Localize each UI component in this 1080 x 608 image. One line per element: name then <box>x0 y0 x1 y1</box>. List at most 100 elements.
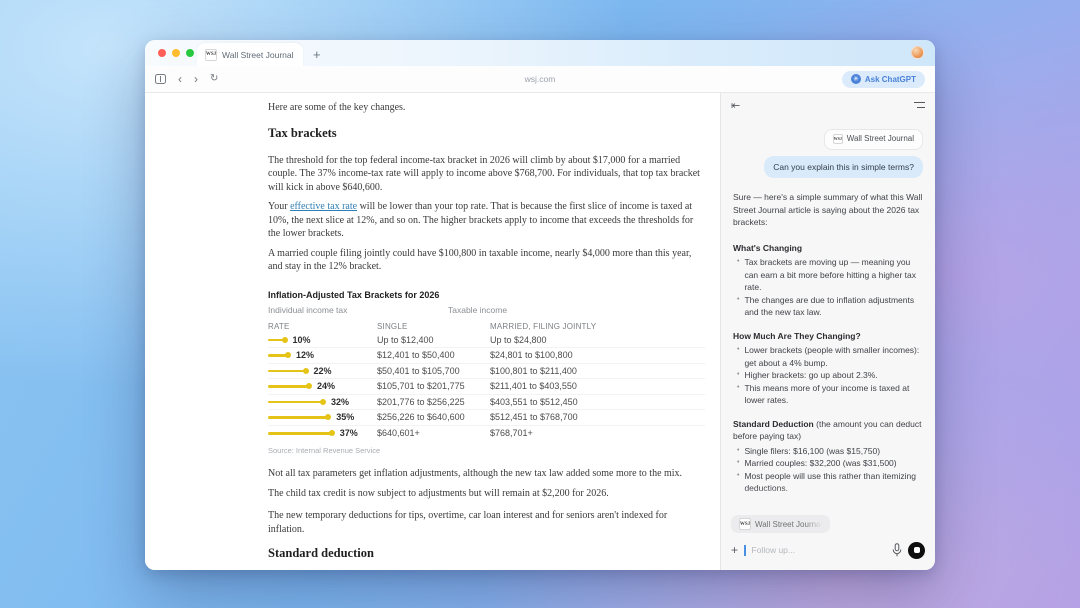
traffic-lights <box>158 49 194 57</box>
single-range: $640,601+ <box>377 428 490 438</box>
chat-section-whats-changing: What's Changing •Tax brackets are moving… <box>733 242 923 319</box>
bullet-item: •Most people will use this rather than i… <box>733 470 923 495</box>
section-heading: How Much Are They Changing? <box>733 331 861 341</box>
article-paragraph: The threshold for the top federal income… <box>268 154 705 195</box>
table-row: 35% $256,226 to $640,600 $512,451 to $76… <box>268 410 705 426</box>
article-paragraph: Not all tax parameters get inflation adj… <box>268 467 705 481</box>
table-row: 12% $12,401 to $50,400 $24,801 to $100,8… <box>268 348 705 364</box>
context-chip-bottom[interactable]: WSJ Wall Street Journal <box>731 515 830 533</box>
married-range: $211,401 to $403,550 <box>490 381 705 391</box>
zoom-window-button[interactable] <box>186 49 194 57</box>
close-window-button[interactable] <box>158 49 166 57</box>
header-married: MARRIED, FILING JOINTLY <box>490 322 705 331</box>
table-row: 32% $201,776 to $256,225 $403,551 to $51… <box>268 395 705 411</box>
chat-section-standard-deduction: Standard Deduction (the amount you can d… <box>733 418 923 495</box>
article-paragraph: The new temporary deductions for tips, o… <box>268 509 705 536</box>
bullet-item: •Single filers: $16,100 (was $15,750) <box>733 445 923 458</box>
chat-messages: WSJ Wall Street Journal Can you explain … <box>721 117 935 513</box>
table-row: 22% $50,401 to $105,700 $100,801 to $211… <box>268 364 705 380</box>
rate-value: 32% <box>331 397 349 407</box>
article-paragraph: Your effective tax rate will be lower th… <box>268 200 705 241</box>
single-range: $105,701 to $201,775 <box>377 381 490 391</box>
effective-tax-rate-link[interactable]: effective tax rate <box>290 201 357 212</box>
rate-bar <box>268 354 289 357</box>
profile-avatar[interactable] <box>911 46 924 59</box>
article-paragraph: A married couple filing jointly could ha… <box>268 247 705 274</box>
bullet-text: This means more of your income is taxed … <box>744 382 923 407</box>
microphone-icon[interactable] <box>892 543 902 557</box>
collapse-sidebar-icon[interactable]: ⇤ <box>731 99 740 112</box>
sidebar-header: ⇤ <box>721 93 935 117</box>
group-taxable-income: Taxable income <box>448 305 507 315</box>
browser-window: WSJ Wall Street Journal + ‹ › ↻ wsj.com … <box>145 40 935 570</box>
content-area: Here are some of the key changes. Tax br… <box>145 93 935 570</box>
page-context-chip[interactable]: WSJ Wall Street Journal <box>824 129 923 150</box>
new-tab-button[interactable]: + <box>313 47 321 62</box>
rate-bar <box>268 432 333 435</box>
follow-up-input[interactable] <box>752 545 886 555</box>
wsj-favicon-icon: WSJ <box>205 49 217 61</box>
married-range: $100,801 to $211,400 <box>490 366 705 376</box>
chat-section-how-much: How Much Are They Changing? •Lower brack… <box>733 330 923 407</box>
married-range: $512,451 to $768,700 <box>490 412 705 422</box>
bullet-item: •Lower brackets (people with smaller inc… <box>733 344 923 369</box>
toggle-sidebar-icon[interactable] <box>155 74 166 84</box>
wsj-favicon-icon: WSJ <box>739 518 751 530</box>
married-range: $768,701+ <box>490 428 705 438</box>
tab-title: Wall Street Journal <box>222 50 294 60</box>
rate-bar <box>268 401 324 404</box>
ask-chatgpt-button[interactable]: ✳ Ask ChatGPT <box>842 71 925 88</box>
rate-bar <box>268 339 286 342</box>
bullet-text: The changes are due to inflation adjustm… <box>744 294 923 319</box>
reload-icon[interactable]: ↻ <box>210 74 218 84</box>
bullet-item: •Tax brackets are moving up — meaning yo… <box>733 256 923 294</box>
tax-bracket-table: Inflation-Adjusted Tax Brackets for 2026… <box>268 290 705 456</box>
attach-plus-icon[interactable]: + <box>731 543 738 557</box>
table-group-headers: Individual income tax Taxable income <box>268 305 705 316</box>
browser-tab[interactable]: WSJ Wall Street Journal <box>197 43 303 66</box>
wsj-favicon-icon: WSJ <box>833 134 843 144</box>
article-column: Here are some of the key changes. Tax br… <box>268 101 705 561</box>
address-bar[interactable]: wsj.com <box>145 74 935 84</box>
bullet-text: Tax brackets are moving up — meaning you… <box>744 256 923 294</box>
table-row: 24% $105,701 to $201,775 $211,401 to $40… <box>268 379 705 395</box>
single-range: $201,776 to $256,225 <box>377 397 490 407</box>
voice-mode-button[interactable] <box>908 542 925 559</box>
forward-icon[interactable]: › <box>194 73 198 85</box>
ask-chatgpt-label: Ask ChatGPT <box>865 75 916 84</box>
bullet-item: •This means more of your income is taxed… <box>733 382 923 407</box>
bullet-text: Higher brackets: go up about 2.3%. <box>744 369 923 382</box>
browser-toolbar: ‹ › ↻ wsj.com ✳ Ask ChatGPT <box>145 66 935 93</box>
sidebar-bottom-bar: WSJ Wall Street Journal + <box>721 513 935 570</box>
back-icon[interactable]: ‹ <box>178 73 182 85</box>
rate-bar <box>268 416 329 419</box>
married-range: Up to $24,800 <box>490 335 705 345</box>
rate-bar <box>268 385 310 388</box>
context-chip-label: Wall Street Journal <box>847 133 914 146</box>
minimize-window-button[interactable] <box>172 49 180 57</box>
article-pane: Here are some of the key changes. Tax br… <box>145 93 720 570</box>
rate-value: 35% <box>336 412 354 422</box>
married-range: $24,801 to $100,800 <box>490 350 705 360</box>
bullet-item: •The changes are due to inflation adjust… <box>733 294 923 319</box>
article-paragraph: The child tax credit is now subject to a… <box>268 487 705 501</box>
single-range: $50,401 to $105,700 <box>377 366 490 376</box>
rate-value: 12% <box>296 350 314 360</box>
single-range: $12,401 to $50,400 <box>377 350 490 360</box>
married-range: $403,551 to $512,450 <box>490 397 705 407</box>
group-individual-income-tax: Individual income tax <box>268 305 347 315</box>
section-heading: Estate and Gift Taxes <box>733 507 819 514</box>
article-intro: Here are some of the key changes. <box>268 101 705 115</box>
table-row: 10% Up to $12,400 Up to $24,800 <box>268 333 705 349</box>
table-header-row: RATE SINGLE MARRIED, FILING JOINTLY <box>268 322 705 331</box>
chatgpt-logo-icon: ✳ <box>851 74 861 84</box>
bullet-item: •Married couples: $32,200 (was $31,500) <box>733 457 923 470</box>
chat-input-row: + <box>731 538 925 562</box>
article-heading-tax-brackets: Tax brackets <box>268 126 705 141</box>
options-icon[interactable] <box>914 101 925 109</box>
bullet-text: Married couples: $32,200 (was $31,500) <box>744 457 923 470</box>
bottom-chip-label: Wall Street Journal <box>755 520 822 529</box>
rate-value: 37% <box>340 428 358 438</box>
text-cursor <box>744 545 746 556</box>
chatgpt-sidebar: ⇤ WSJ Wall Street Journal Can you explai… <box>720 93 935 570</box>
